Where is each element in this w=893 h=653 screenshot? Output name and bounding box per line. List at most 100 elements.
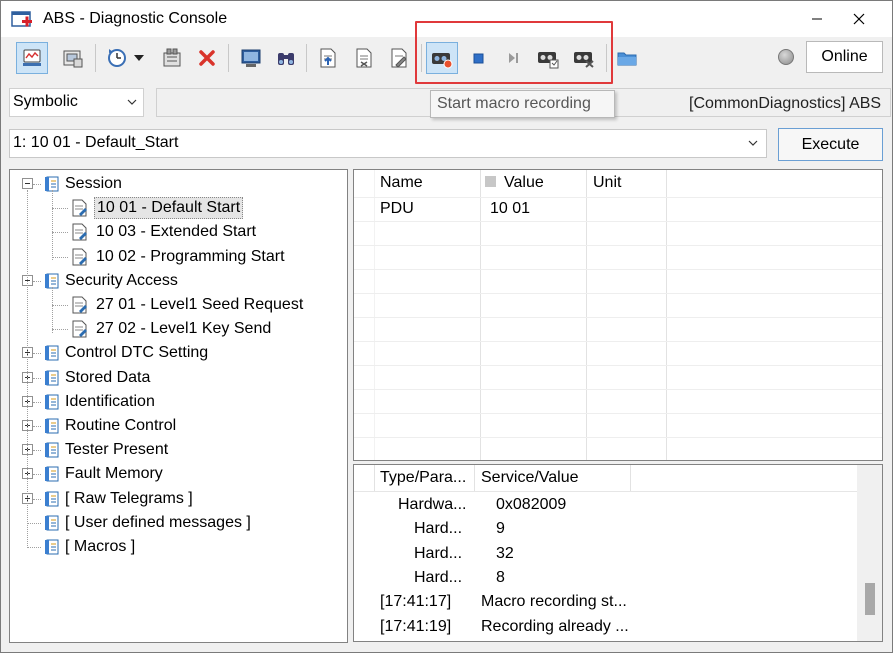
row-divider [354,245,882,246]
response-row-value[interactable]: Macro recording st... [481,593,627,611]
tree-node-label: Control DTC Setting [65,344,209,362]
start-macro-recording-icon [432,53,453,69]
tree-node-group[interactable]: Identification [22,391,157,413]
view-button[interactable] [16,42,48,74]
tree-node-group[interactable]: [ Macros ] [28,536,137,558]
folder-button[interactable] [611,42,643,74]
delete-button[interactable] [191,42,223,74]
column-header-value[interactable]: Value [485,174,544,192]
tree-node-label: 10 01 - Default Start [94,197,244,220]
response-row-value[interactable]: 9 [496,520,505,538]
tree-connector [33,377,41,379]
view-mode-select[interactable]: Symbolic [9,88,144,117]
device-button[interactable] [156,42,188,74]
tree-connector [28,547,41,548]
tree-node-group[interactable]: Fault Memory [22,463,165,485]
online-status[interactable]: Online [806,41,883,73]
edit-button[interactable] [383,42,415,74]
service-request-icon [70,198,94,218]
tree-node-label: Fault Memory [65,465,163,483]
service-request-icon [70,247,94,267]
execute-button[interactable]: Execute [778,128,883,161]
folder-icon [617,52,637,66]
tree-node-label: 27 02 - Level1 Key Send [96,320,272,338]
tree-node-label: Security Access [65,271,178,289]
close-button[interactable] [839,1,879,37]
tree-node-service[interactable]: 10 03 - Extended Start [52,221,258,243]
service-group-icon [43,441,63,459]
maximize-button[interactable] [797,1,837,37]
start-macro-recording-button[interactable] [426,42,458,74]
service-group-icon [43,393,63,411]
response-row-type[interactable]: [17:41:19] [380,618,451,636]
row-divider [354,269,882,270]
tree-node-group[interactable]: Security Access [22,270,180,292]
response-row-type[interactable]: Hardwa... [398,496,466,514]
response-row-value[interactable]: 8 [496,569,505,587]
macro-cancel-button[interactable] [568,42,600,74]
request-row-name[interactable]: PDU [380,200,414,218]
tree-connector [33,426,41,427]
export-button[interactable] [312,42,344,74]
column-divider [586,170,587,460]
collapse-icon[interactable] [22,178,33,189]
service-group-icon [43,344,63,362]
response-row-value[interactable]: 0x082009 [496,496,566,514]
tree-node-group[interactable]: Routine Control [22,415,178,437]
tree-node-label: Stored Data [65,368,151,386]
ecu-button[interactable] [57,42,89,74]
column-header-type[interactable]: Type/Para... [380,469,466,487]
tree-connector [52,208,68,210]
tree-node-group[interactable]: Session [22,173,124,195]
monitor-button[interactable] [235,42,267,74]
macro-save-button[interactable] [532,42,564,74]
column-header-unit[interactable]: Unit [593,174,621,192]
tree-connector [52,256,68,258]
macro-cancel-icon [574,52,594,68]
service-select[interactable]: 1: 10 01 - Default_Start [9,129,767,158]
close-icon [853,13,865,25]
tree-node-label: Routine Control [65,417,177,434]
scrollbar-thumb[interactable] [865,583,875,615]
context-label: [CommonDiagnostics] ABS [689,95,882,112]
service-group-icon [43,465,63,483]
history-dropdown-button[interactable] [129,42,149,74]
tree-node-service[interactable]: 10 02 - Programming Start [52,246,287,268]
tree-connector [33,353,41,355]
response-row-value[interactable]: Recording already ... [481,618,629,636]
tree-node-group[interactable]: [ User defined messages ] [28,512,253,534]
tree-node-group[interactable]: Stored Data [22,367,152,389]
device-icon [163,48,181,67]
tree-node-label: [ Macros ] [65,538,136,555]
tree-connector [52,232,68,234]
tree-node-service[interactable]: 10 01 - Default Start [52,197,244,220]
row-divider [354,197,882,198]
tree-node-group[interactable]: [ Raw Telegrams ] [22,488,195,510]
import-button[interactable] [348,42,380,74]
response-row-type[interactable]: [17:41:17] [380,593,451,611]
service-request-icon [70,319,94,339]
request-row-value[interactable]: 10 01 [490,200,530,218]
column-header-service-value[interactable]: Service/Value [481,469,579,487]
service-tree[interactable]: Session 10 01 - Default Start 10 03 - Exte… [9,169,348,643]
response-row-type[interactable]: Hard... [414,520,462,538]
response-row-type[interactable]: Hard... [414,545,462,563]
tree-node-group[interactable]: Tester Present [22,439,170,461]
play-next-button[interactable] [497,42,529,74]
stop-recording-button[interactable] [462,42,494,74]
tree-connector [27,190,28,548]
search-button[interactable] [270,42,302,74]
tree-node-service[interactable]: 27 01 - Level1 Seed Request [52,294,305,316]
request-grid: Name Value Unit PDU 10 01 [353,169,883,461]
tree-node-group[interactable]: Control DTC Setting [22,342,210,364]
response-row-type[interactable]: Hard... [414,569,462,587]
column-header-name[interactable]: Name [380,174,423,192]
tree-node-service[interactable]: 27 02 - Level1 Key Send [52,318,273,340]
tree-connector [52,190,53,260]
tree-connector [28,522,41,524]
edit-icon [391,48,407,68]
title-bar: ABS - Diagnostic Console [1,1,892,37]
service-group-icon [43,175,63,193]
response-row-value[interactable]: 32 [496,545,514,563]
column-header-value-label: Value [504,174,544,191]
